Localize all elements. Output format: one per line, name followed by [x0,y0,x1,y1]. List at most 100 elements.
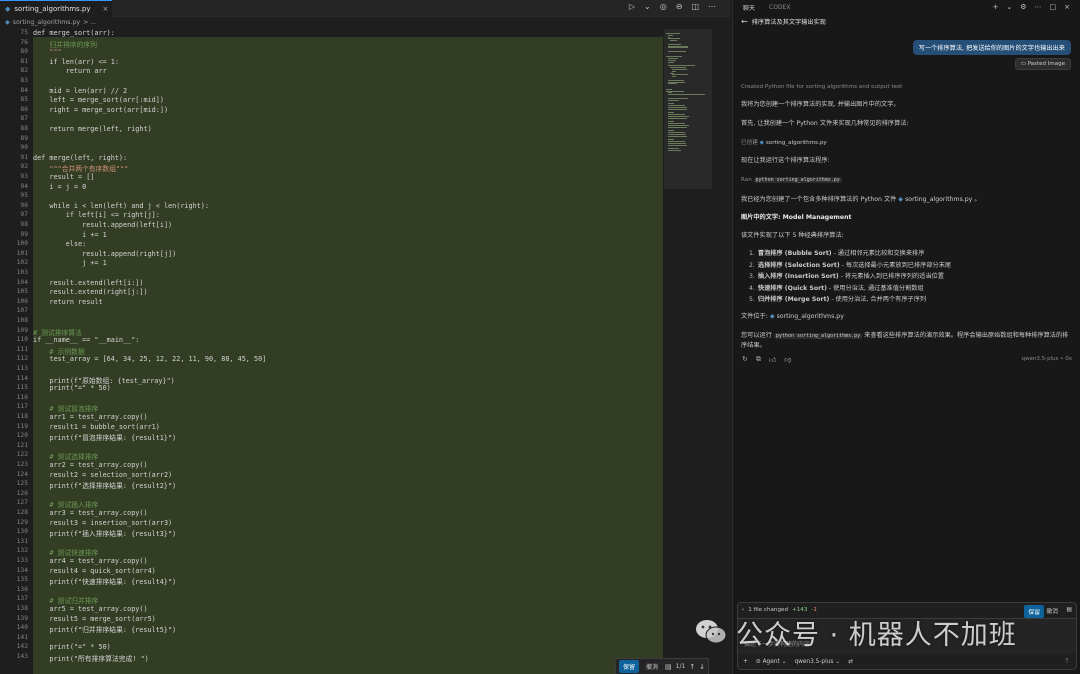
code-line[interactable]: i += 1 [33,231,107,239]
gear-icon[interactable]: ⚙ [1020,3,1026,11]
code-line[interactable]: """合并两个有序数组""" [33,163,128,173]
tab-codex[interactable]: CODEX [769,4,790,11]
code-line[interactable]: left = merge_sort(arr[:mid]) [33,96,164,104]
code-line[interactable]: arr2 = test_array.copy() [33,461,147,469]
code-line[interactable]: # 测试选择排序 [33,451,98,461]
code-line[interactable]: return arr [33,67,107,75]
retry-icon[interactable]: ↻ [742,355,748,364]
code-line[interactable]: print(f"快速排序结果: {result4}") [33,576,176,586]
code-line[interactable]: else: [33,240,86,248]
code-area[interactable]: 75 76 80 81 82 83 84 85 86 87 88 89 90 91 92 93 94 95 96 97… [0,29,730,674]
file-chip[interactable]: ◆ sorting_algorithms.py [770,312,844,322]
code-line[interactable]: return merge(left, right) [33,125,151,133]
swap-icon[interactable]: ⇄ [848,659,853,665]
arrow-up-icon[interactable]: ↑ [689,663,695,671]
minimap[interactable] [664,29,712,674]
line-number: 117 [16,403,28,411]
code-line[interactable]: # 示例数据 [33,346,84,356]
close-icon[interactable]: × [1064,3,1070,11]
code-line[interactable]: result.extend(right[j:]) [33,288,147,296]
code-line[interactable]: def merge(left, right): [33,154,127,162]
breadcrumb-file[interactable]: sorting_algorithms.py [13,19,80,26]
code-line[interactable]: print("所有排序算法完成! ") [33,653,148,663]
line-number: 86 [20,105,28,113]
chevron-down-icon[interactable]: ⌄ [1006,3,1012,11]
line-number: 76 [20,38,28,46]
code-line[interactable]: print(f"冒泡排序结果: {result1}") [33,432,176,442]
copy-icon[interactable]: ⧉ [756,355,761,364]
attach-icon[interactable]: + [743,659,748,665]
code-line[interactable]: print(f"原始数组: {test_array}") [33,375,174,385]
code-line[interactable]: arr1 = test_array.copy() [33,413,147,421]
code-line[interactable]: print("=" * 50) [33,384,110,392]
code-line[interactable]: result3 = insertion_sort(arr3) [33,519,172,527]
maximize-icon[interactable]: □ [1050,3,1057,11]
compare-icon[interactable]: ⊖ [676,2,683,11]
code-line[interactable]: i = j = 0 [33,183,86,191]
chevron-down-icon[interactable]: ⌄ [644,2,651,11]
code-line[interactable]: # 测试冒泡排序 [33,403,98,413]
code-line[interactable]: result.append(right[j]) [33,250,176,258]
model-select[interactable]: qwen3.5-plus ⌄ [794,659,840,665]
code-line[interactable]: result.append(left[i]) [33,221,172,229]
editor-pane: ◆ sorting_algorithms.py × ▷ ⌄ ◎ ⊖ ◫ ⋯ ◆ … [0,0,730,674]
code-line[interactable]: print("=" * 50) [33,643,110,651]
copilot-icon[interactable]: ◎ [660,2,667,11]
code-line[interactable]: 归并排序的序列 [33,39,97,49]
back-arrow-icon[interactable]: ← [741,17,748,26]
created-note[interactable]: Created Python file for sorting algorith… [741,82,1071,92]
code-line[interactable]: if len(arr) <= 1: [33,58,119,66]
more-icon[interactable]: ⋯ [708,2,716,11]
code-line[interactable]: print(f"归并排序结果: {result5}") [33,624,176,634]
pasted-image-chip[interactable]: ▭ Pasted Image [1014,58,1071,70]
add-icon[interactable]: + [992,3,998,11]
code-line[interactable]: while i < len(left) and j < len(right): [33,202,209,210]
code-line[interactable]: if left[i] <= right[j]: [33,211,160,219]
code-line[interactable]: # 测试归并排序 [33,595,98,605]
code-line[interactable]: result = [] [33,173,94,181]
code-line[interactable]: mid = len(arr) // 2 [33,87,127,95]
file-diff-icon[interactable]: ▤ [1066,606,1072,613]
algorithm-name: 选择排序 (Selection Sort) [757,261,840,269]
more-icon[interactable]: ⋯ [1035,3,1042,11]
arrow-down-icon[interactable]: ↓ [699,663,705,671]
code-line[interactable]: print(f"选择排序结果: {result2}") [33,480,176,490]
editor-tab-sorting-algorithms[interactable]: ◆ sorting_algorithms.py × [0,0,112,17]
code-line[interactable]: result.extend(left[i:]) [33,279,143,287]
code-line[interactable]: right = merge_sort(arr[mid:]) [33,106,168,114]
code-line[interactable]: j += 1 [33,259,107,267]
breadcrumb-more[interactable]: > ... [83,19,96,26]
split-editor-icon[interactable]: ◫ [691,2,699,11]
thumbs-up-icon[interactable]: 👍︎ [769,355,776,364]
code-line[interactable]: # 测试插入排序 [33,499,98,509]
send-icon[interactable]: ↑ [1064,657,1070,665]
ran-command-row[interactable]: Ran python sorting_algorithms.py [741,175,1071,185]
code-line[interactable]: if __name__ == "__main__": [33,336,139,344]
code-line[interactable]: print(f"插入排序结果: {result3}") [33,528,176,538]
code-line[interactable]: arr3 = test_array.copy() [33,509,147,517]
code-line[interactable]: # 测试快速排序 [33,547,98,557]
code-line[interactable]: result4 = quick_sort(arr4) [33,567,155,575]
code-line[interactable]: result2 = selection_sort(arr2) [33,471,172,479]
code-line[interactable]: result1 = bubble_sort(arr1) [33,423,160,431]
code-line[interactable]: return result [33,298,102,306]
close-icon[interactable]: × [103,5,109,13]
code-line[interactable]: arr5 = test_array.copy() [33,605,147,613]
code-line[interactable]: result5 = merge_sort(arr5) [33,615,155,623]
code-line[interactable]: test_array = [64, 34, 25, 12, 22, 11, 90… [33,355,266,363]
model-note: qwen3.5-plus • 0x [1021,356,1072,362]
run-icon[interactable]: ▷ [629,2,635,11]
code-line[interactable]: def merge_sort(arr): [33,29,115,37]
file-chip[interactable]: ◆ sorting_algorithms.py [898,195,972,205]
code-line[interactable]: # 测试排序算法 [33,327,82,337]
line-number: 124 [16,470,28,478]
file-chip[interactable]: ◆ sorting_algorithms.py [760,138,827,148]
file-diff-icon[interactable]: ▤ [665,663,672,671]
code-line[interactable]: """ [33,48,61,56]
code-line[interactable]: arr4 = test_array.copy() [33,557,147,565]
thumbs-down-icon[interactable]: 👎︎ [784,355,791,364]
keep-button[interactable]: 保留 [619,660,640,673]
tab-chat[interactable]: 聊天 [743,3,755,12]
agent-mode-select[interactable]: ⊘ Agent ⌄ [756,659,787,665]
undo-button[interactable]: 撤消 [643,660,661,673]
